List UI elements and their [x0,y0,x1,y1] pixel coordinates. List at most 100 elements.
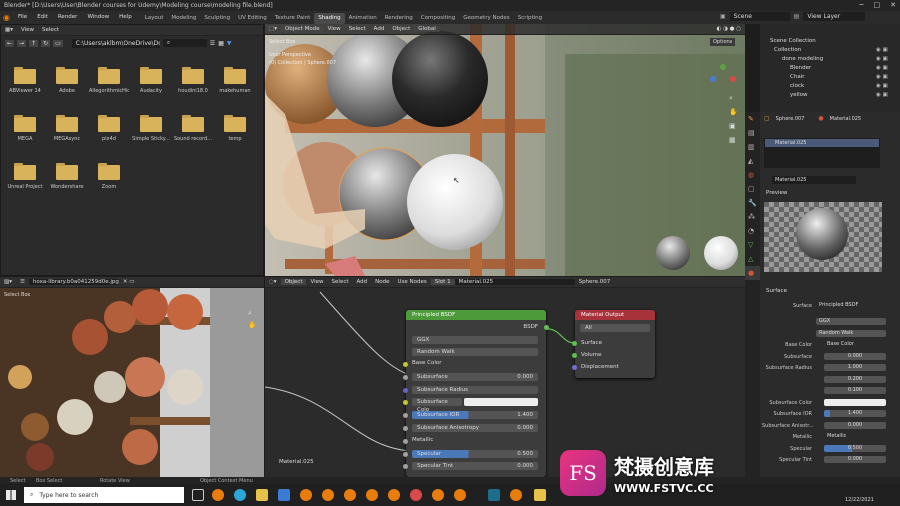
tab-animation[interactable]: Animation [345,13,381,24]
options-button[interactable]: Options [710,38,736,46]
tool-tab-icon[interactable]: ✎ [745,112,760,126]
blender-taskbar-icon[interactable] [388,489,400,501]
shading-modes-icon[interactable]: ◐ ◑ ● ○ [713,26,745,32]
displacement-socket[interactable] [572,365,577,370]
terminal-icon[interactable] [488,489,500,501]
prop-field[interactable]: 0.000 [824,421,886,429]
orientation-dropdown[interactable]: Global [414,26,440,32]
back-icon[interactable]: ← [5,39,15,47]
visibility-icon[interactable]: ◉ ▣ [876,92,888,98]
store-icon[interactable] [278,489,290,501]
render-tab-icon[interactable]: ▤ [745,126,760,140]
input-socket[interactable] [403,400,408,406]
input-socket[interactable] [403,362,408,367]
particles-tab-icon[interactable]: ⁂ [745,210,760,224]
visibility-icon[interactable]: ◉ ▣ [876,56,888,62]
blender-taskbar-icon[interactable] [432,489,444,501]
folder-item[interactable]: ABViewer 14 [5,67,45,94]
bsdf-field[interactable]: Subsurface IOR 1.400 [412,411,538,420]
pan-hand-icon[interactable]: ✋ [248,321,257,329]
surface-shader-field[interactable]: Principled BSDF [816,302,886,309]
taskbar-search[interactable]: ⌕ Type here to search [24,487,184,503]
menu-help[interactable]: Help [114,11,137,24]
bsdf-output-socket[interactable] [544,325,549,330]
data-tab-icon[interactable]: △ [745,252,760,266]
filter-icon[interactable]: ▼ [227,40,232,47]
sss-method-dropdown[interactable]: Random Walk [412,348,538,356]
tab-sculpting[interactable]: Sculpting [200,13,234,24]
output-target-dropdown[interactable]: All [580,324,650,332]
tab-texture-paint[interactable]: Texture Paint [271,13,315,24]
tab-layout[interactable]: Layout [141,13,168,24]
view-layer-field[interactable]: View Layer [803,12,866,21]
folder-item[interactable]: makehuman [215,67,255,94]
menu-select[interactable]: Select [38,27,63,33]
zoom-icon[interactable]: ⌕ [248,309,252,318]
material-output-node[interactable]: Material Output All Surface Volume Displ… [572,310,655,378]
input-socket[interactable] [403,413,408,419]
folder-item[interactable]: Wondershare [47,163,87,190]
3d-viewport[interactable]: ⬚▾ Object Mode View Select Add Object Gl… [265,24,745,276]
blender-taskbar-icon[interactable] [454,489,466,501]
menu-window[interactable]: Window [82,11,114,24]
outliner-item-chair[interactable]: Chair [790,74,805,80]
explorer-icon[interactable] [256,489,268,501]
edge-icon[interactable] [234,489,246,501]
display-mode-icon[interactable]: ☰ [210,40,215,47]
folder-item[interactable]: Audacity [131,67,171,94]
editor-type-icon[interactable]: ⬚▾ [265,26,281,32]
outliner-item-collection[interactable]: Collection [774,47,801,53]
menu-object[interactable]: Object [388,26,414,32]
principled-bsdf-node[interactable]: Principled BSDF BSDF GGX Random Walk Bas… [403,310,549,477]
blender-taskbar-icon[interactable] [300,489,312,501]
prop-field[interactable]: Metallic [824,433,886,440]
world-tab-icon[interactable]: ◍ [745,168,760,182]
tab-compositing[interactable]: Compositing [417,13,459,24]
input-socket[interactable] [403,451,408,457]
input-socket[interactable] [403,438,408,444]
prop-field[interactable]: 0.500 [824,444,886,452]
pan-hand-icon[interactable]: ✋ [729,108,738,116]
folder-item[interactable]: Sound record... [173,115,213,142]
prop-field[interactable] [824,398,886,406]
input-socket[interactable] [403,387,408,393]
maximize-icon[interactable]: □ [874,1,881,9]
volume-socket[interactable] [572,353,577,358]
menu-add[interactable]: Add [370,26,389,32]
folder-item[interactable]: Zoom [89,163,129,190]
input-socket[interactable] [403,426,408,431]
grid-icon[interactable]: ▦ [729,136,736,144]
mode-dropdown[interactable]: Object Mode [280,26,324,32]
folder-item[interactable]: MEGA [5,115,45,142]
blender-taskbar-icon[interactable] [322,489,334,501]
blender-taskbar-icon[interactable] [344,489,356,501]
object-tab-icon[interactable]: ▢ [745,182,760,196]
folder-item[interactable]: pix4d [89,115,129,142]
folder-item[interactable]: Adobe [47,67,87,94]
outliner-item-done-modeling[interactable]: done modeling [782,56,823,62]
blender-taskbar-icon[interactable] [366,489,378,501]
parent-dir-icon[interactable]: ↑ [29,39,39,47]
outliner-item-clock[interactable]: clock [790,83,804,89]
folder-item[interactable]: houdini18.0 [173,67,213,94]
editor-type-icon[interactable]: ▨▾ [0,279,16,285]
notes-icon[interactable] [534,489,546,501]
surface-socket[interactable] [572,341,577,346]
zoom-icon[interactable]: ⌕ [729,94,733,103]
folder-item[interactable]: AllegorithmicHidden [89,67,129,94]
chrome-icon[interactable] [410,489,422,501]
navigation-gizmo[interactable] [710,64,736,90]
outliner-item-yellow[interactable]: yellow [790,92,808,98]
tab-geometry-nodes[interactable]: Geometry Nodes [459,13,513,24]
physics-tab-icon[interactable]: ◔ [745,224,760,238]
bsdf-field[interactable]: Specular 0.500 [412,449,538,458]
bsdf-field[interactable]: Subsurface Radius [412,385,538,394]
thumbnail-icon[interactable]: ▦ [218,40,224,47]
prop-field[interactable]: 0.000 [824,352,886,360]
prop-field[interactable]: 0.200 [824,375,886,383]
outliner-root[interactable]: Scene Collection [770,38,816,44]
menu-render[interactable]: Render [53,11,83,24]
taskbar-date[interactable]: 12/22/2021 [845,497,874,503]
folder-item[interactable]: Unreal Project [5,163,45,190]
new-folder-icon[interactable]: ▭ [53,39,63,47]
